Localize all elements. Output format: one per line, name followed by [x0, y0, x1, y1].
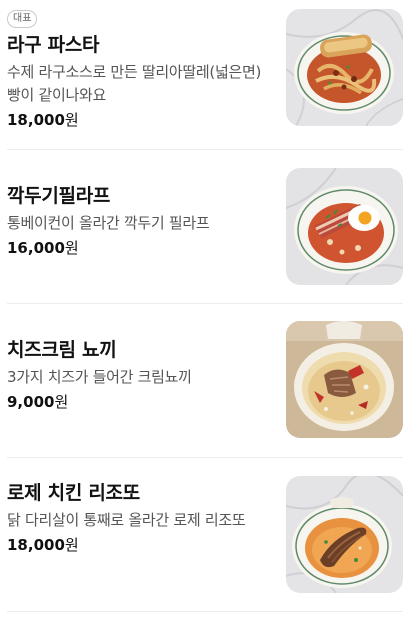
menu-list: 대표 라구 파스타 수제 라구소스로 만든 딸리아딸레(넓은면) 빵이 같이나와… — [0, 0, 420, 618]
menu-item-price: 16,000원 — [7, 237, 272, 259]
menu-item-name: 로제 치킨 리조또 — [7, 482, 140, 504]
divider — [7, 611, 403, 612]
menu-item-name: 라구 파스타 — [7, 34, 100, 56]
price-amount: 16,000 — [7, 239, 65, 257]
menu-item-description: 통베이컨이 올라간 깍두기 필라프 — [7, 214, 210, 232]
menu-item-description: 3가지 치즈가 들어간 크림뇨끼 — [7, 368, 192, 386]
price-currency: 원 — [64, 111, 79, 129]
menu-item-ragu-pasta[interactable]: 대표 라구 파스타 수제 라구소스로 만든 딸리아딸레(넓은면) 빵이 같이나와… — [0, 0, 420, 150]
price-currency: 원 — [54, 393, 69, 411]
menu-item-price: 18,000원 — [7, 109, 272, 131]
menu-item-text: 로제 치킨 리조또 닭 다리살이 통째로 올라간 로제 리조또 18,000원 — [7, 480, 272, 556]
price-amount: 18,000 — [7, 111, 65, 129]
signature-badge: 대표 — [7, 10, 38, 28]
menu-item-price: 18,000원 — [7, 534, 272, 556]
menu-item-description: 닭 다리살이 통째로 올라간 로제 리조또 — [7, 511, 246, 529]
menu-item-text: 대표 라구 파스타 수제 라구소스로 만든 딸리아딸레(넓은면) 빵이 같이나와… — [7, 6, 272, 131]
ragu-pasta-image[interactable] — [286, 9, 403, 126]
price-amount: 9,000 — [7, 393, 55, 411]
rose-chicken-risotto-image-art — [286, 476, 403, 593]
ragu-pasta-image-art — [286, 9, 403, 126]
kkakdugi-pilaf-image[interactable] — [286, 168, 403, 285]
price-amount: 18,000 — [7, 536, 65, 554]
menu-item-kkakdugi-pilaf[interactable]: 깍두기필라프 통베이컨이 올라간 깍두기 필라프 16,000원 — [0, 150, 420, 304]
menu-item-name: 깍두기필라프 — [7, 185, 111, 207]
menu-item-price: 9,000원 — [7, 391, 272, 413]
kkakdugi-pilaf-image-art — [286, 168, 403, 285]
menu-item-name: 치즈크림 뇨끼 — [7, 339, 117, 361]
menu-item-description: 수제 라구소스로 만든 딸리아딸레(넓은면) 빵이 같이나와요 — [7, 63, 262, 104]
rose-chicken-risotto-image[interactable] — [286, 476, 403, 593]
menu-item-cheese-cream-gnocchi[interactable]: 치즈크림 뇨끼 3가지 치즈가 들어간 크림뇨끼 9,000원 — [0, 304, 420, 458]
cheese-cream-gnocchi-image[interactable] — [286, 321, 403, 438]
cheese-cream-gnocchi-image-art — [286, 321, 403, 438]
price-currency: 원 — [64, 239, 79, 257]
menu-item-text: 깍두기필라프 통베이컨이 올라간 깍두기 필라프 16,000원 — [7, 183, 272, 259]
price-currency: 원 — [64, 536, 79, 554]
menu-item-rose-chicken-risotto[interactable]: 로제 치킨 리조또 닭 다리살이 통째로 올라간 로제 리조또 18,000원 — [0, 458, 420, 618]
menu-item-text: 치즈크림 뇨끼 3가지 치즈가 들어간 크림뇨끼 9,000원 — [7, 337, 272, 413]
